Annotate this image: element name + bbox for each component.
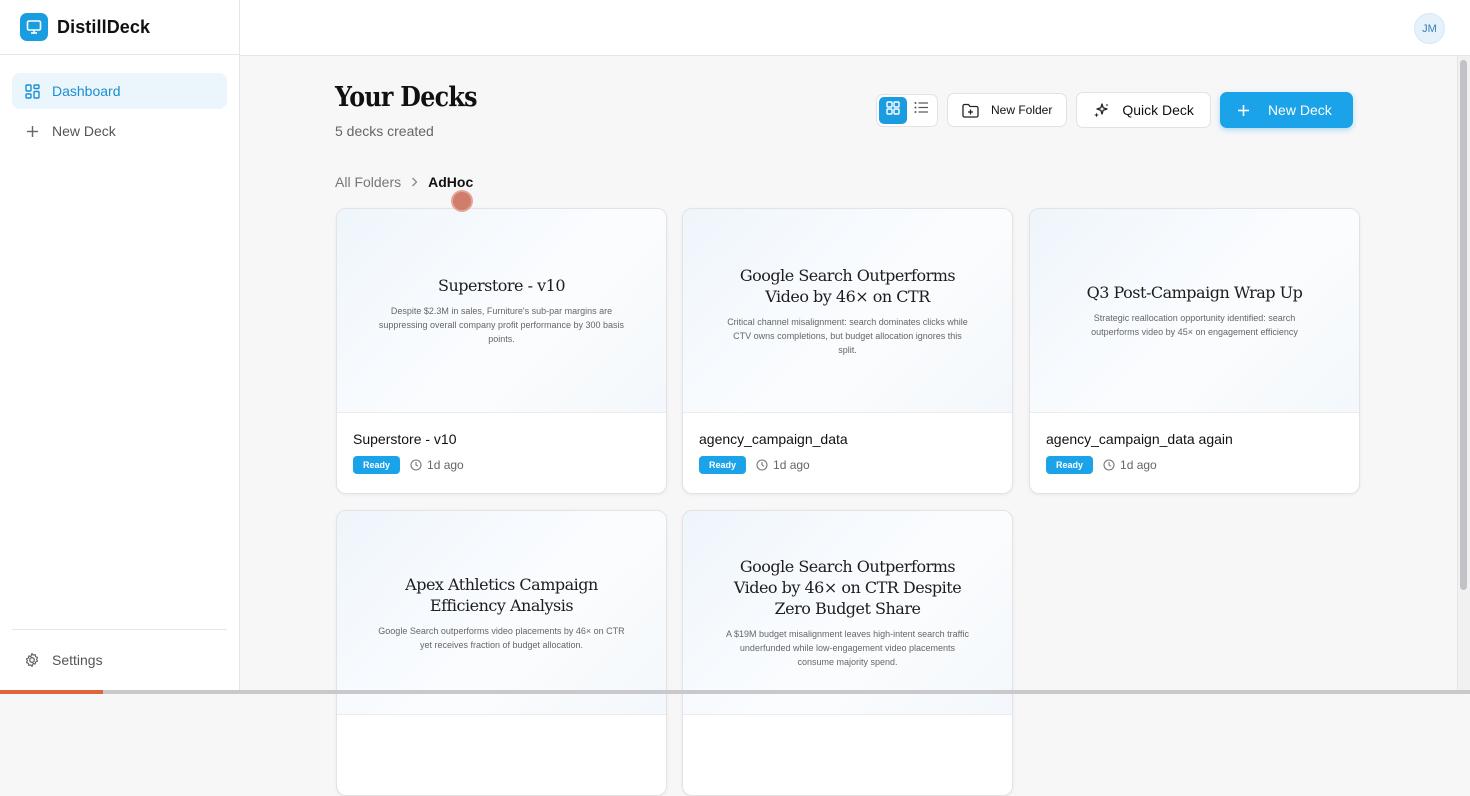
deck-info: agency_campaign_data Ready 1d ago <box>683 413 1012 474</box>
clock-icon <box>756 459 768 471</box>
new-deck-button[interactable]: New Deck <box>1219 92 1353 128</box>
monitor-logo-icon <box>20 13 48 41</box>
view-toggle <box>876 93 938 127</box>
chevron-right-icon <box>411 177 418 187</box>
sidebar-item-new-deck[interactable]: New Deck <box>12 113 227 149</box>
gear-icon <box>24 652 40 668</box>
deck-time-label: 1d ago <box>773 458 810 472</box>
sparkles-icon <box>1093 102 1110 119</box>
status-badge: Ready <box>699 456 747 474</box>
deck-meta: Ready 1d ago <box>1046 456 1343 474</box>
top-bar: JM <box>240 0 1470 56</box>
clock-icon <box>410 459 422 471</box>
scrollbar[interactable] <box>1457 56 1470 690</box>
list-view-icon <box>914 101 929 119</box>
folder-plus-icon <box>962 103 979 118</box>
scrollbar-thumb[interactable] <box>1460 60 1467 590</box>
sidebar-item-settings[interactable]: Settings <box>12 642 227 678</box>
brand[interactable]: DistillDeck <box>0 0 239 55</box>
breadcrumb: All Folders AdHoc <box>335 174 473 190</box>
deck-meta: Ready 1d ago <box>353 456 650 474</box>
loading-progress-bar <box>0 690 1470 694</box>
breadcrumb-current-folder: AdHoc <box>428 174 474 190</box>
deck-info: Superstore - v10 Ready 1d ago <box>337 413 666 474</box>
deck-time-label: 1d ago <box>427 458 464 472</box>
deck-preview: Superstore - v10 Despite $2.3M in sales,… <box>337 209 666 413</box>
deck-preview-title: Google Search Outperforms Video by 46× o… <box>739 265 956 306</box>
deck-preview-subtitle: Despite $2.3M in sales, Furniture's sub-… <box>378 306 625 344</box>
sidebar-item-label: Dashboard <box>52 83 121 99</box>
sidebar-nav: Dashboard New Deck <box>0 55 239 149</box>
deck-name: agency_campaign_data again <box>1046 431 1233 447</box>
plus-icon <box>1237 104 1250 117</box>
deck-meta: Ready 1d ago <box>699 456 996 474</box>
status-badge: Ready <box>1046 456 1094 474</box>
deck-card[interactable]: Q3 Post-Campaign Wrap Up Strategic reall… <box>1029 208 1360 494</box>
quick-deck-label: Quick Deck <box>1122 102 1194 118</box>
deck-preview-title: Google Search Outperforms Video by 46× o… <box>733 557 962 618</box>
deck-preview: Google Search Outperforms Video by 46× o… <box>683 209 1012 413</box>
sidebar-item-label: New Deck <box>52 123 116 139</box>
deck-card[interactable]: Google Search Outperforms Video by 46× o… <box>682 208 1013 494</box>
new-deck-label: New Deck <box>1267 102 1332 118</box>
dashboard-grid-icon <box>24 83 40 99</box>
settings-label: Settings <box>52 652 103 668</box>
user-avatar[interactable]: JM <box>1414 13 1445 44</box>
toolbar: New Folder Quick Deck New Deck <box>876 92 1353 128</box>
deck-time-label: 1d ago <box>1120 458 1157 472</box>
main-content: Your Decks 5 decks created New Folder Qu… <box>240 56 1458 796</box>
deck-time: 1d ago <box>1103 458 1157 472</box>
deck-preview-title: Q3 Post-Campaign Wrap Up <box>1086 283 1303 302</box>
plus-icon <box>24 123 40 139</box>
deck-name: agency_campaign_data <box>699 431 848 447</box>
deck-card[interactable]: Google Search Outperforms Video by 46× o… <box>682 510 1013 796</box>
deck-preview: Apex Athletics Campaign Efficiency Analy… <box>337 511 666 715</box>
grid-view-icon <box>886 100 900 120</box>
page-subtitle: 5 decks created <box>335 123 434 139</box>
deck-preview-subtitle: Critical channel misalignment: search do… <box>727 316 968 355</box>
deck-name: Superstore - v10 <box>353 431 457 447</box>
page-title: Your Decks <box>335 82 478 113</box>
deck-preview-subtitle: Strategic reallocation opportunity ident… <box>1091 313 1298 337</box>
deck-info: agency_campaign_data again Ready 1d ago <box>1030 413 1359 474</box>
app-name: DistillDeck <box>57 16 151 37</box>
sidebar: DistillDeck Dashboard New Deck Settings <box>0 0 240 694</box>
deck-time: 1d ago <box>410 458 464 472</box>
grid-view-button[interactable] <box>879 96 907 124</box>
deck-preview-subtitle: A $19M budget misalignment leaves high-i… <box>726 629 969 667</box>
loading-progress-fill <box>0 690 103 694</box>
list-view-button[interactable] <box>907 97 935 124</box>
deck-preview-title: Apex Athletics Campaign Efficiency Analy… <box>405 574 598 615</box>
deck-card[interactable]: Superstore - v10 Despite $2.3M in sales,… <box>336 208 667 494</box>
deck-time: 1d ago <box>756 458 810 472</box>
status-badge: Ready <box>353 456 401 474</box>
deck-card[interactable]: Apex Athletics Campaign Efficiency Analy… <box>336 510 667 796</box>
deck-preview-title: Superstore - v10 <box>438 276 566 295</box>
deck-preview: Google Search Outperforms Video by 46× o… <box>683 511 1012 715</box>
quick-deck-button[interactable]: Quick Deck <box>1076 92 1211 128</box>
new-folder-button[interactable]: New Folder <box>947 93 1068 127</box>
new-folder-label: New Folder <box>991 103 1053 117</box>
sidebar-item-dashboard[interactable]: Dashboard <box>12 73 227 109</box>
deck-preview: Q3 Post-Campaign Wrap Up Strategic reall… <box>1030 209 1359 413</box>
cursor-indicator <box>451 190 473 212</box>
breadcrumb-all-folders[interactable]: All Folders <box>335 174 401 190</box>
sidebar-footer: Settings <box>12 629 227 678</box>
clock-icon <box>1103 459 1115 471</box>
deck-preview-subtitle: Google Search outperforms video placemen… <box>378 625 625 650</box>
